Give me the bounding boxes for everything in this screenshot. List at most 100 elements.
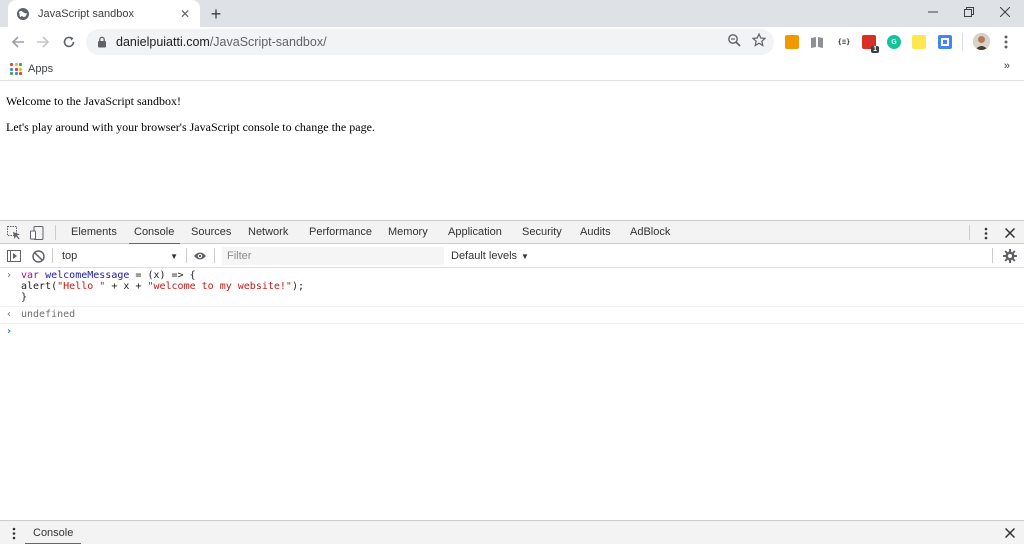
address-bar[interactable]: danielpuiatti.com/JavaScript-sandbox/ [86, 29, 774, 55]
tab-adblock[interactable]: AdBlock [630, 221, 670, 244]
clear-console-button[interactable] [30, 248, 46, 264]
apps-shortcut[interactable]: Apps [10, 61, 53, 77]
globe-icon [16, 7, 30, 21]
orange-extension-icon[interactable] [785, 35, 799, 49]
console-result: ‹ undefined [0, 307, 1024, 324]
tab-close-icon[interactable]: ✕ [178, 7, 192, 21]
block-icon [31, 249, 45, 263]
restore-icon [964, 7, 974, 17]
avatar-icon [973, 33, 990, 50]
grammarly-extension-icon[interactable]: G [887, 35, 901, 49]
context-value: top [62, 250, 78, 262]
browser-tab[interactable]: JavaScript sandbox ✕ [8, 0, 200, 27]
code-text: = (x) => { [129, 270, 196, 281]
eye-icon [194, 252, 206, 260]
browser-toolbar: danielpuiatti.com/JavaScript-sandbox/ {≡… [0, 27, 1024, 57]
close-icon [1005, 228, 1015, 238]
apps-label: Apps [28, 63, 54, 75]
code-string: "Hello " [57, 281, 106, 292]
note-extension-icon[interactable] [912, 35, 926, 49]
bookmarks-overflow-button[interactable]: » [1004, 60, 1010, 72]
console-prompt-input[interactable]: › [0, 324, 1024, 340]
code-keyword: var [21, 270, 40, 281]
back-button[interactable] [8, 32, 28, 52]
code-line: alert("Hello " + x + "welcome to my webs… [21, 281, 1024, 292]
red-extension-icon[interactable]: 1 [862, 35, 879, 53]
tab-elements[interactable]: Elements [71, 221, 117, 244]
tab-network[interactable]: Network [248, 221, 288, 244]
chrome-menu-button[interactable] [999, 33, 1013, 51]
page-content: Welcome to the JavaScript sandbox! Let's… [0, 82, 1024, 220]
console-filter-input[interactable] [222, 247, 444, 265]
blue-extension-icon[interactable] [938, 35, 952, 49]
console-output[interactable]: › var welcomeMessage = (x) => { alert("H… [0, 268, 1024, 520]
minimize-button[interactable] [914, 0, 952, 24]
book-extension-icon[interactable] [810, 35, 824, 49]
tab-performance[interactable]: Performance [309, 221, 372, 244]
toolbar-divider [186, 248, 187, 263]
tab-application[interactable]: Application [448, 221, 502, 244]
devtools-divider [969, 225, 970, 240]
zoom-button[interactable] [726, 32, 742, 48]
device-icon [30, 226, 44, 240]
device-toolbar-button[interactable] [29, 225, 45, 241]
inspect-element-button[interactable] [6, 225, 22, 241]
code-line: } [21, 292, 28, 303]
json-extension-icon[interactable]: {≡} [836, 35, 852, 49]
tab-memory[interactable]: Memory [388, 221, 428, 244]
show-sidebar-button[interactable] [6, 248, 22, 264]
console-entry: › var welcomeMessage = (x) => { alert("H… [0, 268, 1024, 307]
tab-audits[interactable]: Audits [580, 221, 611, 244]
apps-grid-icon [10, 63, 22, 75]
devtools-divider [55, 225, 56, 240]
code-line: var welcomeMessage = (x) => { [21, 270, 1024, 281]
drawer-close-button[interactable] [1002, 525, 1018, 541]
entry-prompt: › [6, 270, 13, 281]
star-icon [752, 33, 766, 47]
reload-button[interactable] [59, 32, 79, 52]
extension-badge: 1 [871, 46, 879, 53]
tab-security[interactable]: Security [522, 221, 562, 244]
url-text: danielpuiatti.com/JavaScript-sandbox/ [116, 35, 327, 49]
tab-strip: JavaScript sandbox ✕ + [0, 0, 1024, 27]
code-text: + x + [105, 281, 148, 292]
close-window-button[interactable] [986, 0, 1024, 24]
devtools-drawer: Console [0, 520, 1024, 544]
context-selector[interactable]: top ▼ [56, 247, 184, 265]
toolbar-divider [992, 248, 993, 263]
welcome-text: Welcome to the JavaScript sandbox! [6, 94, 181, 108]
lock-icon [96, 36, 108, 48]
restore-button[interactable] [950, 0, 988, 24]
devtools-menu-button[interactable] [978, 225, 994, 241]
bookmark-star-button[interactable] [751, 32, 767, 48]
drawer-menu-button[interactable] [6, 525, 22, 541]
new-tab-button[interactable]: + [206, 4, 226, 24]
tab-console[interactable]: Console [128, 221, 181, 245]
code-identifier: welcomeMessage [45, 270, 130, 281]
profile-avatar[interactable] [973, 33, 990, 50]
live-expression-button[interactable] [192, 248, 208, 264]
kebab-menu-icon [1004, 35, 1008, 49]
log-levels-dropdown[interactable]: Default levels ▼ [451, 247, 529, 265]
gear-icon [1003, 249, 1017, 263]
kebab-menu-icon [12, 527, 16, 539]
reload-icon [63, 36, 75, 48]
console-settings-button[interactable] [1002, 248, 1018, 264]
devtools-close-button[interactable] [1002, 225, 1018, 241]
arrow-left-icon [11, 36, 24, 48]
forward-button[interactable] [33, 32, 53, 52]
sidebar-play-icon [7, 250, 21, 262]
code-text: alert( [21, 281, 58, 292]
result-prompt: ‹ [6, 309, 13, 320]
tab-sources[interactable]: Sources [191, 221, 231, 244]
toolbar-divider [52, 248, 53, 263]
toolbar-divider [962, 33, 963, 51]
drawer-tab-console[interactable]: Console [24, 521, 82, 544]
instruction-text: Let's play around with your browser's Ja… [6, 120, 375, 134]
log-levels-label: Default levels [451, 250, 518, 262]
caret-down-icon: ▼ [170, 251, 178, 261]
zoom-icon [728, 34, 741, 47]
toolbar-divider [214, 248, 215, 263]
arrow-right-icon [37, 36, 50, 48]
code-text: ); [291, 281, 304, 292]
